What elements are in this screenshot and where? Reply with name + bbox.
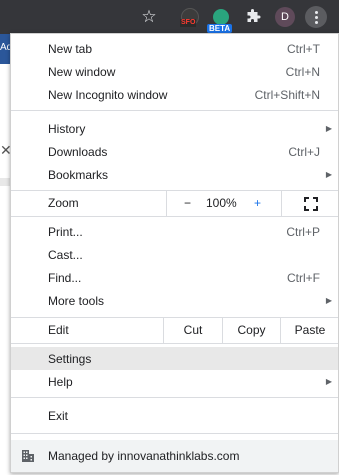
managed-by-label: Managed by innovanathinklabs.com [48, 449, 240, 463]
beta-extension-icon: BETA [207, 9, 233, 33]
menu-item-exit[interactable]: Exit [11, 404, 338, 427]
menu-item-label: New Incognito window [48, 87, 168, 102]
menu-item-label: History [48, 121, 86, 136]
menu-separator [11, 397, 338, 398]
submenu-arrow-icon: ▶ [325, 170, 332, 179]
menu-item-label: Settings [48, 351, 92, 366]
menu-item-more-tools[interactable]: More tools ▶ [11, 289, 338, 312]
zoom-out-button[interactable]: − [184, 191, 191, 216]
zoom-level: 100% [206, 196, 237, 210]
menu-item-bookmarks[interactable]: Bookmarks ▶ [11, 163, 338, 186]
menu-item-label: Bookmarks [48, 167, 109, 182]
menu-item-label: Exit [48, 408, 69, 423]
main-menu-button[interactable] [305, 6, 327, 28]
zoom-label: Zoom [48, 196, 79, 210]
puzzle-icon [247, 9, 261, 22]
building-icon [22, 450, 34, 462]
extensions-button[interactable] [242, 6, 264, 28]
menu-item-new-tab[interactable]: New tab Ctrl+T [11, 37, 338, 60]
avatar: D [275, 7, 295, 27]
menu-item-label: New window [48, 64, 116, 79]
chrome-main-menu: New tab Ctrl+T New window Ctrl+N New Inc… [10, 33, 339, 473]
star-outline-icon: ☆ [141, 7, 157, 26]
page-tab-sliver: Ad [0, 34, 10, 64]
menu-item-shortcut: Ctrl+N [285, 64, 320, 79]
menu-separator [11, 216, 338, 217]
menu-item-shortcut: Ctrl+P [286, 224, 320, 239]
menu-item-downloads[interactable]: Downloads Ctrl+J [11, 140, 338, 163]
menu-item-label: Print... [48, 224, 83, 239]
submenu-arrow-icon: ▶ [325, 377, 332, 386]
beta-badge: BETA [207, 24, 233, 33]
profile-button[interactable]: D [274, 6, 296, 28]
browser-window: ☆ SFO BETA D Ad ✕ New tab Ctrl+T New win… [0, 0, 339, 475]
menu-separator [11, 343, 338, 344]
sfo-badge: SFO [180, 19, 197, 27]
page-divider [0, 178, 10, 186]
menu-item-shortcut: Ctrl+F [287, 270, 320, 285]
cut-button[interactable]: Cut [163, 318, 222, 343]
submenu-arrow-icon: ▶ [325, 296, 332, 305]
menu-item-shortcut: Ctrl+Shift+N [254, 87, 320, 102]
copy-button[interactable]: Copy [222, 318, 280, 343]
sfo-extension-button[interactable]: SFO [179, 6, 201, 28]
menu-item-label: Help [48, 374, 73, 389]
menu-item-label: Cast... [48, 247, 83, 262]
fullscreen-icon [303, 196, 318, 211]
menu-item-help[interactable]: Help ▶ [11, 370, 338, 393]
menu-separator [11, 110, 338, 111]
menu-item-label: More tools [48, 293, 105, 308]
menu-separator [11, 433, 338, 434]
zoom-row: Zoom − 100% + [11, 191, 338, 216]
sfo-extension-icon: SFO [180, 8, 199, 27]
kebab-menu-icon [314, 10, 318, 24]
managed-by-banner[interactable]: Managed by innovanathinklabs.com [11, 440, 338, 472]
menu-item-history[interactable]: History ▶ [11, 117, 338, 140]
bookmark-star-button[interactable]: ☆ [138, 6, 160, 28]
menu-item-label: Downloads [48, 144, 108, 159]
menu-item-shortcut: Ctrl+T [287, 41, 320, 56]
submenu-arrow-icon: ▶ [325, 124, 332, 133]
fullscreen-button[interactable] [281, 191, 339, 216]
beta-extension-button[interactable]: BETA [207, 6, 233, 33]
menu-item-find[interactable]: Find... Ctrl+F [11, 266, 338, 289]
menu-item-label: New tab [48, 41, 93, 56]
edit-row: Edit Cut Copy Paste [11, 318, 338, 343]
edit-label: Edit [48, 323, 69, 337]
page-background [0, 34, 10, 475]
menu-item-cast[interactable]: Cast... [11, 243, 338, 266]
paste-button[interactable]: Paste [280, 318, 339, 343]
zoom-in-button[interactable]: + [254, 191, 261, 216]
browser-toolbar: ☆ SFO BETA D [0, 0, 339, 34]
menu-item-label: Find... [48, 270, 82, 285]
menu-item-shortcut: Ctrl+J [288, 144, 320, 159]
menu-item-print[interactable]: Print... Ctrl+P [11, 220, 338, 243]
page-close-icon: ✕ [0, 142, 10, 158]
menu-item-settings[interactable]: Settings [11, 347, 338, 370]
menu-item-new-window[interactable]: New window Ctrl+N [11, 60, 338, 83]
menu-item-new-incognito-window[interactable]: New Incognito window Ctrl+Shift+N [11, 83, 338, 106]
